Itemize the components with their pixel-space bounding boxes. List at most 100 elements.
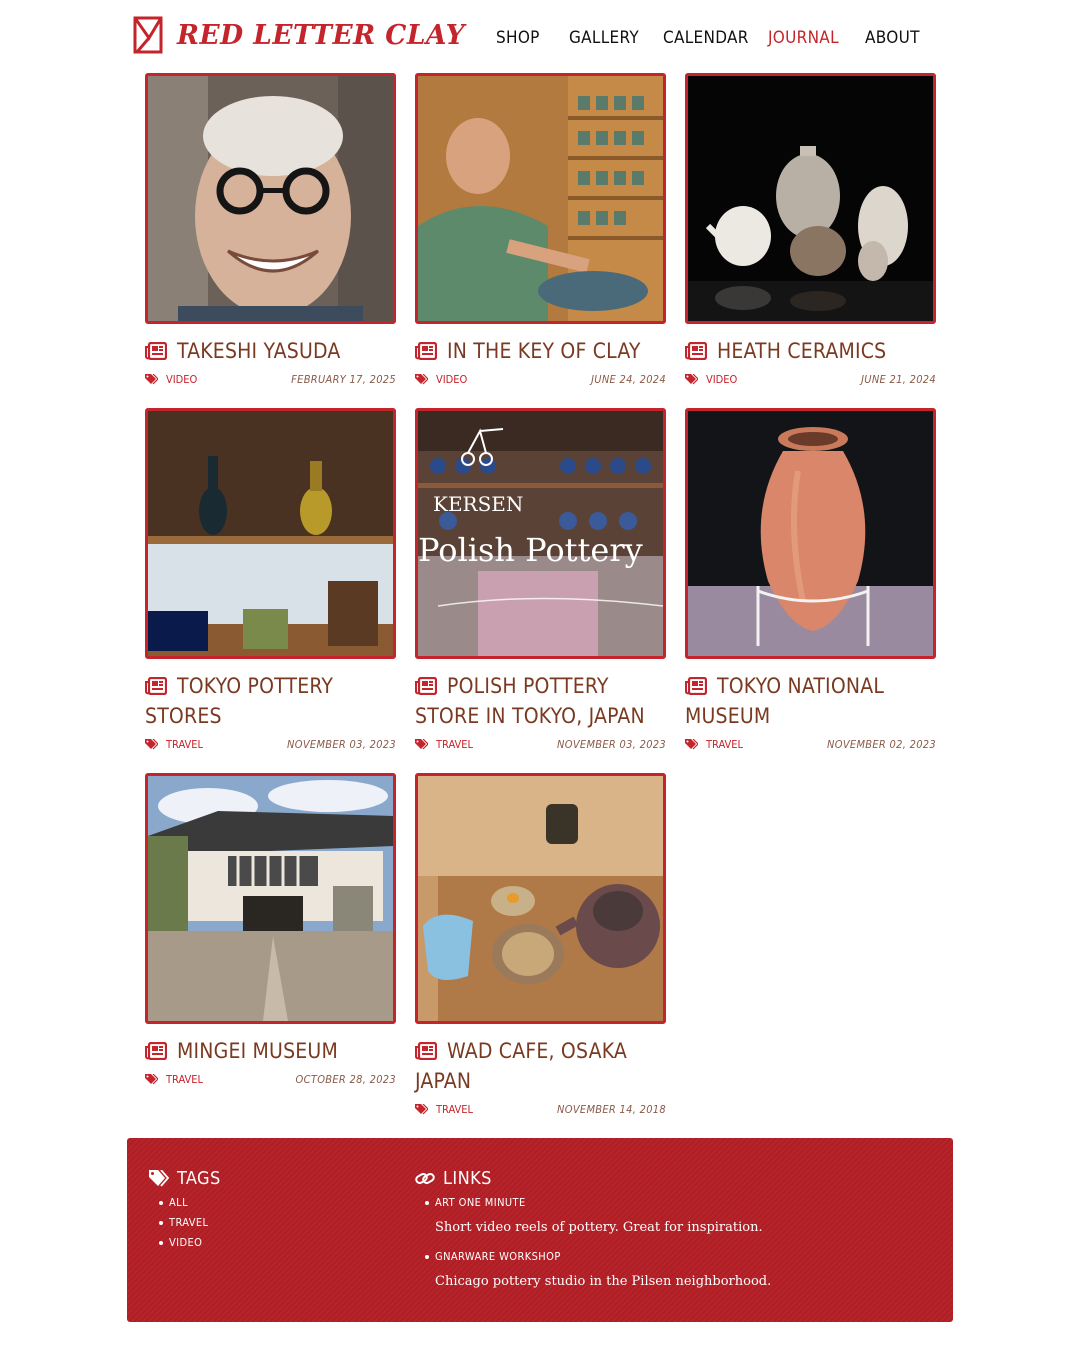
post-card: IN THE KEY OF CLAY VIDEO JUNE 24, 2024: [415, 73, 666, 390]
post-title[interactable]: POLISH POTTERY STORE IN TOKYO, JAPAN: [415, 671, 666, 731]
post-meta: VIDEO FEBRUARY 17, 2025: [145, 370, 396, 390]
post-image: [418, 776, 663, 1021]
post-title[interactable]: WAD CAFE, OSAKA JAPAN: [415, 1036, 666, 1096]
post-title-text: TOKYO NATIONAL MUSEUM: [685, 674, 885, 728]
link-description: Short video reels of pottery. Great for …: [435, 1220, 763, 1235]
post-tag[interactable]: TRAVEL: [415, 738, 473, 751]
post-image: [148, 76, 393, 321]
post-card: KERSEN Polish Pottery POLISH POTTERY STO…: [415, 408, 666, 755]
post-card: TOKYO POTTERY STORES TRAVEL NOVEMBER 03,…: [145, 408, 396, 755]
post-tag[interactable]: VIDEO: [415, 373, 467, 386]
footer-tags-heading: TAGS: [149, 1168, 379, 1189]
post-thumbnail[interactable]: [145, 773, 396, 1024]
post-title[interactable]: IN THE KEY OF CLAY: [415, 336, 666, 366]
post-thumbnail[interactable]: KERSEN Polish Pottery: [415, 408, 666, 659]
tags-icon: [145, 1074, 158, 1085]
tags-icon: [685, 739, 698, 750]
post-title[interactable]: HEATH CERAMICS: [685, 336, 936, 366]
tags-icon: [149, 1170, 169, 1187]
post-tag-label: VIDEO: [436, 373, 468, 386]
footer-links-list: ART ONE MINUTE Short video reels of pott…: [423, 1193, 915, 1291]
post-card: TAKESHI YASUDA VIDEO FEBRUARY 17, 2025: [145, 73, 396, 390]
svg-text:KERSEN: KERSEN: [433, 492, 523, 516]
post-meta: TRAVEL OCTOBER 28, 2023: [145, 1070, 396, 1090]
newspaper-icon: [145, 1042, 167, 1060]
post-tag-label: TRAVEL: [706, 738, 744, 751]
post-date: FEBRUARY 17, 2025: [291, 373, 396, 386]
post-tag[interactable]: TRAVEL: [145, 1073, 203, 1086]
post-date: JUNE 24, 2024: [591, 373, 666, 386]
post-date: NOVEMBER 02, 2023: [827, 738, 936, 751]
post-card: MINGEI MUSEUM TRAVEL OCTOBER 28, 2023: [145, 773, 396, 1090]
post-tag[interactable]: TRAVEL: [415, 1103, 473, 1116]
tag-link-video[interactable]: VIDEO: [169, 1236, 202, 1249]
post-image: [688, 76, 933, 321]
post-meta: TRAVEL NOVEMBER 02, 2023: [685, 735, 936, 755]
post-title[interactable]: TAKESHI YASUDA: [145, 336, 396, 366]
post-tag[interactable]: TRAVEL: [145, 738, 203, 751]
post-date: JUNE 21, 2024: [861, 373, 936, 386]
post-meta: TRAVEL NOVEMBER 03, 2023: [415, 735, 666, 755]
post-title-text: MINGEI MUSEUM: [177, 1039, 338, 1063]
newspaper-icon: [685, 677, 707, 695]
list-item: ALL: [157, 1193, 379, 1213]
link-gnarware-workshop[interactable]: GNARWARE WORKSHOP: [435, 1250, 561, 1263]
link-art-one-minute[interactable]: ART ONE MINUTE: [435, 1196, 526, 1209]
tags-icon: [145, 374, 158, 385]
post-date: NOVEMBER 03, 2023: [287, 738, 396, 751]
footer-links-section: LINKS ART ONE MINUTE Short video reels o…: [415, 1168, 915, 1301]
link-icon: [415, 1173, 435, 1184]
main-nav: SHOP GALLERY CALENDAR JOURNAL ABOUT: [0, 28, 1080, 52]
post-meta: TRAVEL NOVEMBER 14, 2018: [415, 1100, 666, 1120]
footer-tags-section: TAGS ALL TRAVEL VIDEO: [149, 1168, 379, 1253]
post-tag-label: TRAVEL: [166, 738, 204, 751]
post-thumbnail[interactable]: [685, 408, 936, 659]
footer-tags-title: TAGS: [177, 1168, 221, 1189]
post-tag-label: TRAVEL: [436, 738, 474, 751]
post-meta: VIDEO JUNE 21, 2024: [685, 370, 936, 390]
post-title[interactable]: MINGEI MUSEUM: [145, 1036, 396, 1066]
post-date: OCTOBER 28, 2023: [295, 1073, 396, 1086]
nav-shop[interactable]: SHOP: [496, 28, 540, 48]
post-meta: VIDEO JUNE 24, 2024: [415, 370, 666, 390]
newspaper-icon: [685, 342, 707, 360]
post-tag[interactable]: VIDEO: [685, 373, 737, 386]
footer-links-title: LINKS: [443, 1168, 492, 1189]
post-image: KERSEN Polish Pottery: [418, 411, 663, 656]
post-tag-label: TRAVEL: [436, 1103, 474, 1116]
footer-links-heading: LINKS: [415, 1168, 915, 1189]
nav-gallery[interactable]: GALLERY: [569, 28, 639, 48]
nav-calendar[interactable]: CALENDAR: [663, 28, 749, 48]
post-tag-label: VIDEO: [166, 373, 198, 386]
post-tag[interactable]: TRAVEL: [685, 738, 743, 751]
svg-text:Polish Pottery: Polish Pottery: [418, 531, 643, 569]
post-thumbnail[interactable]: [145, 408, 396, 659]
post-thumbnail[interactable]: [145, 73, 396, 324]
post-tag-label: VIDEO: [706, 373, 738, 386]
post-tag-label: TRAVEL: [166, 1073, 204, 1086]
post-title-text: POLISH POTTERY STORE IN TOKYO, JAPAN: [415, 674, 645, 728]
post-date: NOVEMBER 03, 2023: [557, 738, 666, 751]
tags-icon: [415, 1104, 428, 1115]
site-footer: TAGS ALL TRAVEL VIDEO LINKS ART ONE MINU…: [127, 1138, 953, 1322]
newspaper-icon: [145, 342, 167, 360]
nav-journal[interactable]: JOURNAL: [768, 28, 839, 48]
post-title[interactable]: TOKYO NATIONAL MUSEUM: [685, 671, 936, 731]
newspaper-icon: [415, 677, 437, 695]
post-thumbnail[interactable]: [415, 73, 666, 324]
post-image: [148, 411, 393, 656]
post-tag[interactable]: VIDEO: [145, 373, 197, 386]
newspaper-icon: [145, 677, 167, 695]
post-thumbnail[interactable]: [685, 73, 936, 324]
tag-link-travel[interactable]: TRAVEL: [169, 1216, 208, 1229]
link-description: Chicago pottery studio in the Pilsen nei…: [435, 1274, 772, 1289]
tags-icon: [685, 374, 698, 385]
tag-link-all[interactable]: ALL: [169, 1196, 188, 1209]
post-title-text: IN THE KEY OF CLAY: [447, 339, 641, 363]
post-meta: TRAVEL NOVEMBER 03, 2023: [145, 735, 396, 755]
nav-about[interactable]: ABOUT: [865, 28, 920, 48]
post-image: [418, 76, 663, 321]
list-item: TRAVEL: [157, 1213, 379, 1233]
post-title[interactable]: TOKYO POTTERY STORES: [145, 671, 396, 731]
post-thumbnail[interactable]: [415, 773, 666, 1024]
